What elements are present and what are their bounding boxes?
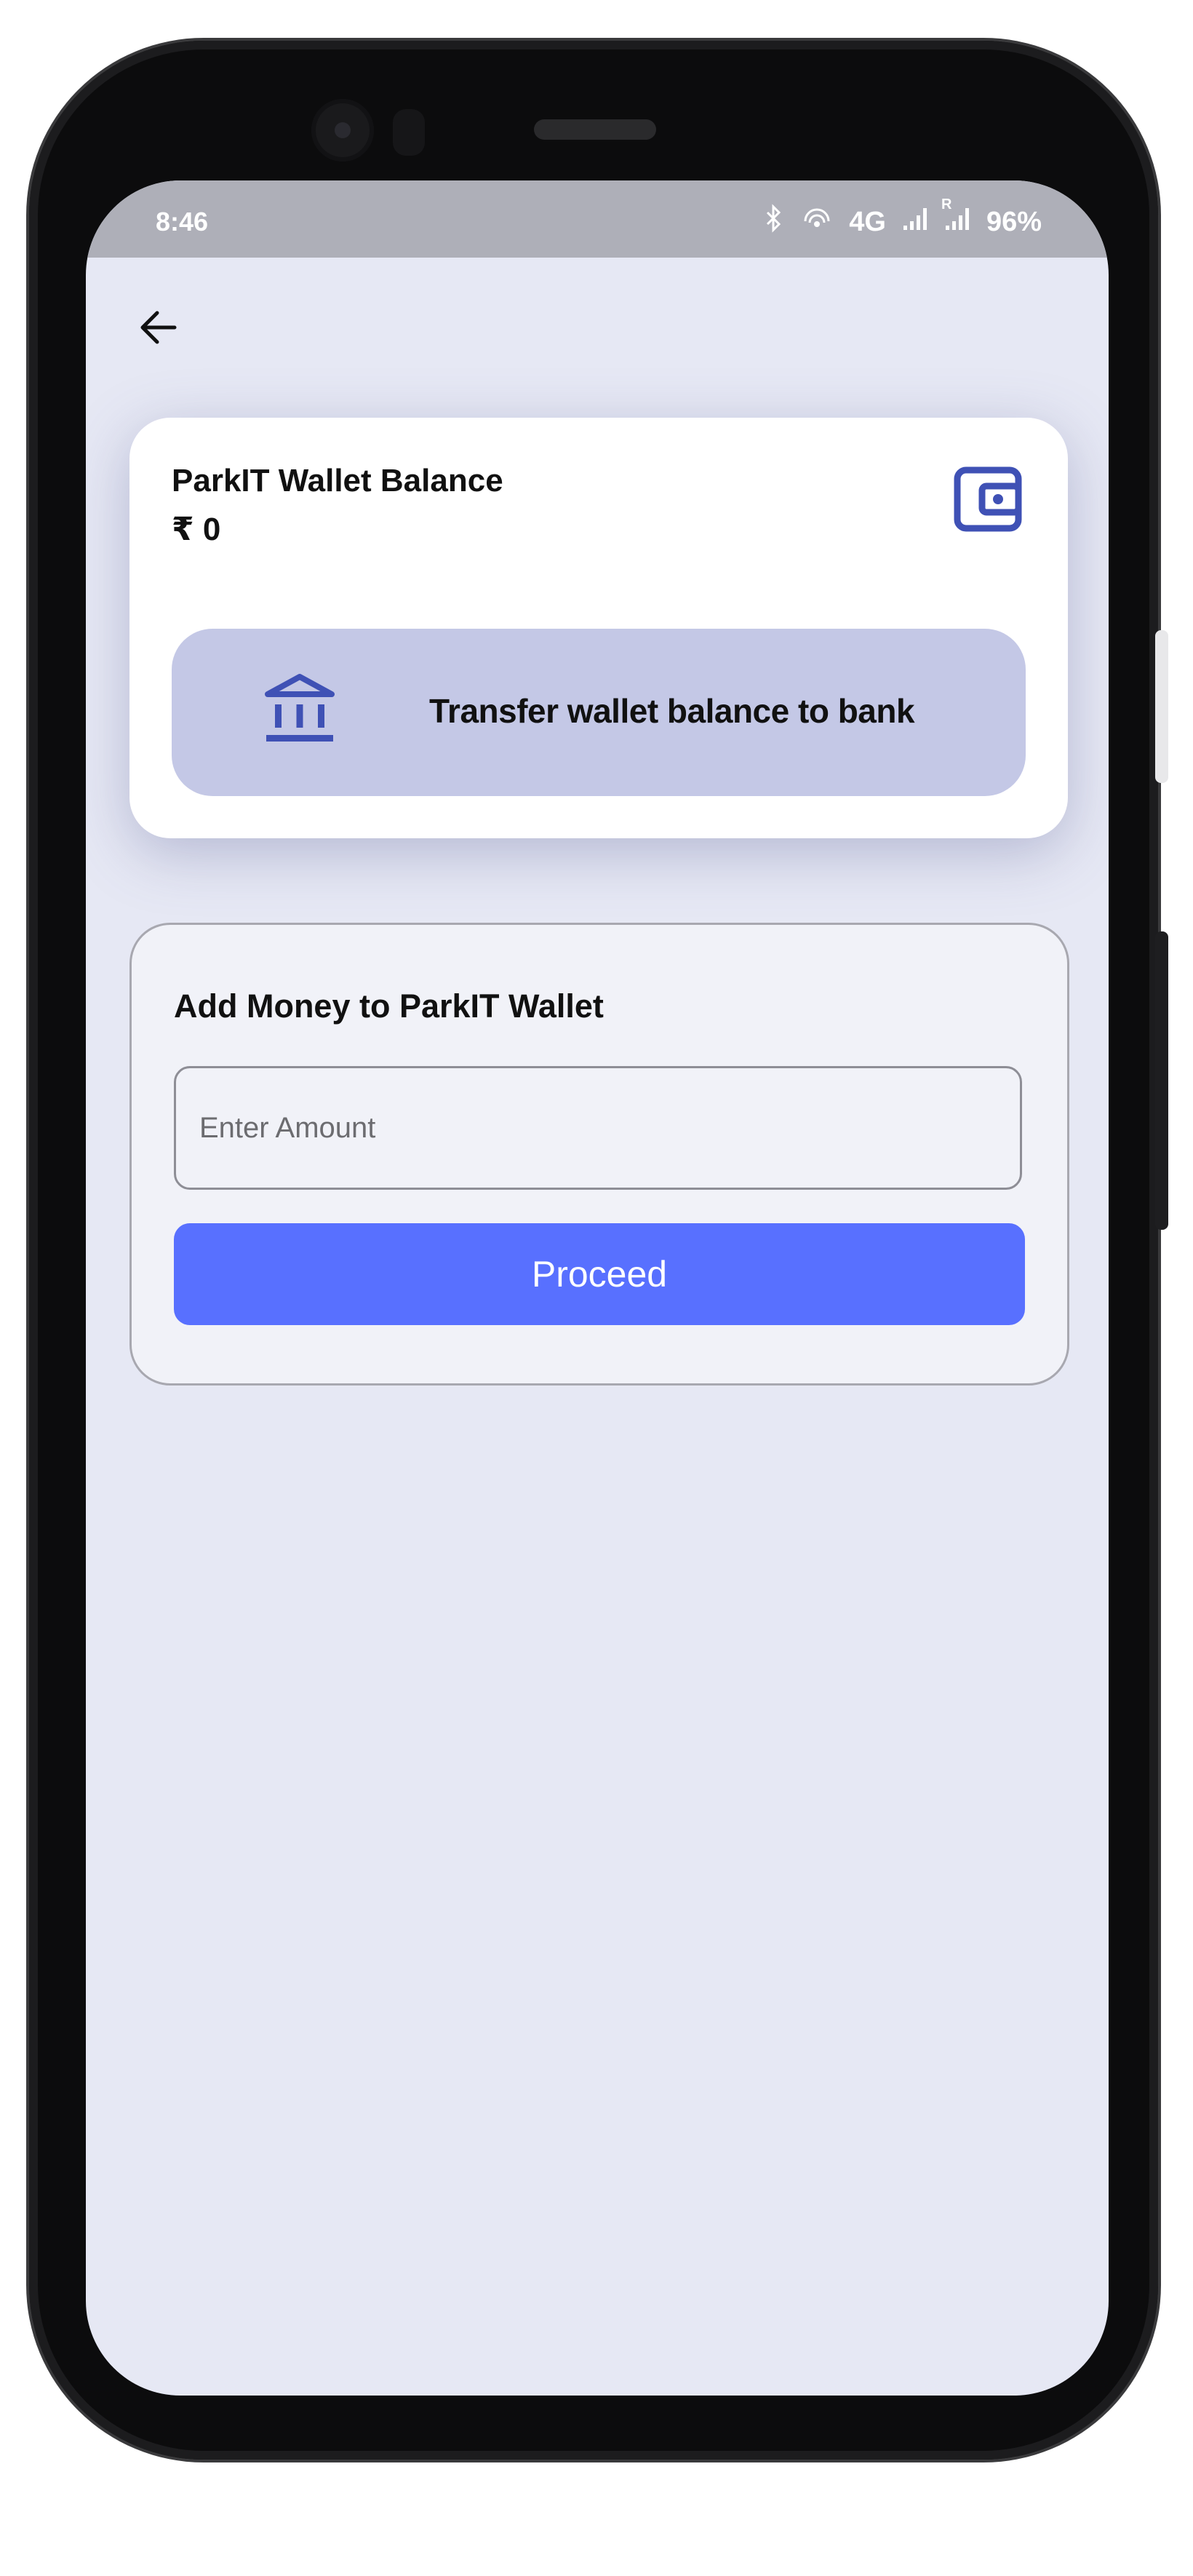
amount-input[interactable] <box>174 1066 1022 1190</box>
arrow-left-icon <box>140 311 177 344</box>
side-button-upper <box>1155 630 1168 783</box>
add-money-card: Add Money to ParkIT Wallet Proceed <box>129 923 1069 1386</box>
wallet-balance-card: ParkIT Wallet Balance ₹ 0 Transfer walle… <box>129 418 1068 838</box>
transfer-to-bank-button[interactable]: Transfer wallet balance to bank <box>172 629 1026 796</box>
network-type: 4G <box>849 206 886 237</box>
wallet-balance-title: ParkIT Wallet Balance <box>172 463 503 498</box>
add-money-title: Add Money to ParkIT Wallet <box>174 987 604 1025</box>
transfer-to-bank-label: Transfer wallet balance to bank <box>429 692 915 730</box>
bank-icon <box>265 674 335 742</box>
status-icons: 4G R 96% <box>763 196 1042 240</box>
back-button[interactable] <box>121 290 196 365</box>
app-screen: 8:46 4G R 96% ParkIT Wallet Balance ₹ 0 <box>86 180 1109 2396</box>
side-button-lower <box>1155 931 1168 1230</box>
earpiece-speaker <box>534 119 656 140</box>
hotspot-icon <box>801 204 833 240</box>
wallet-balance-amount: ₹ 0 <box>172 512 221 547</box>
proceed-button[interactable]: Proceed <box>174 1223 1025 1325</box>
signal-icon <box>902 204 928 240</box>
status-bar: 8:46 4G R 96% <box>86 180 1109 258</box>
bluetooth-icon <box>763 204 785 240</box>
roaming-signal-icon: R <box>941 196 970 240</box>
wallet-icon <box>954 466 1022 532</box>
roaming-indicator: R <box>941 196 952 212</box>
proximity-sensor <box>393 109 425 156</box>
front-camera <box>311 99 374 162</box>
battery-percent: 96% <box>986 206 1042 237</box>
status-time: 8:46 <box>156 207 209 236</box>
